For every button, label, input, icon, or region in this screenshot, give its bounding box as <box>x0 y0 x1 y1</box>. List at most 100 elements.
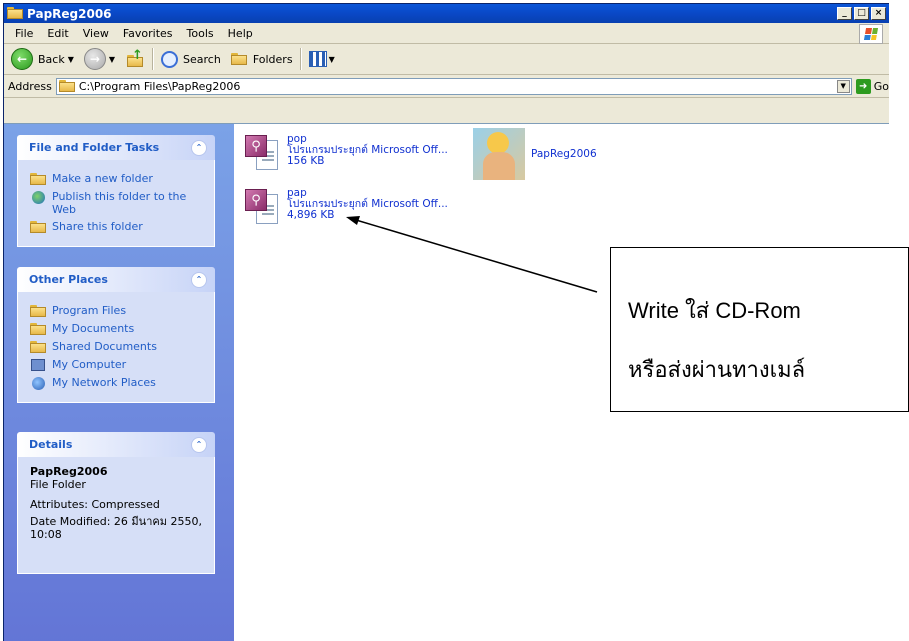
collapse-chevron-icon[interactable]: ⌃ <box>191 271 207 288</box>
close-button[interactable]: × <box>871 7 886 20</box>
publish-folder-link[interactable]: Publish this folder to the Web <box>30 190 204 216</box>
search-button[interactable]: Search <box>158 46 224 72</box>
forward-dropdown-icon[interactable]: ▼ <box>109 55 115 64</box>
search-icon <box>161 50 179 68</box>
up-folder-button[interactable]: ↑ <box>122 46 148 72</box>
make-new-folder-link[interactable]: Make a new folder <box>30 172 204 186</box>
back-button[interactable]: ← Back ▼ <box>8 46 81 72</box>
computer-icon <box>30 358 46 372</box>
toolbar-separator <box>152 48 155 70</box>
views-dropdown-icon[interactable]: ▼ <box>329 55 335 64</box>
share-folder-icon <box>30 220 46 234</box>
standard-toolbar: ← Back ▼ → ▼ ↑ Search Folders ▼ <box>4 44 889 75</box>
up-folder-icon: ↑ <box>125 48 145 68</box>
folder-icon <box>30 340 46 354</box>
window-controls: _ □ × <box>837 7 886 20</box>
file-size: 156 KB <box>287 155 325 167</box>
details-modified: Date Modified: 26 มีนาคม 2550, 10:08 <box>30 515 202 541</box>
link-label: Program Files <box>52 304 127 317</box>
menu-favorites[interactable]: Favorites <box>116 27 180 40</box>
go-label: Go <box>873 79 889 93</box>
link-label: Share this folder <box>52 220 143 233</box>
forward-button[interactable]: → ▼ <box>81 46 122 72</box>
back-dropdown-icon[interactable]: ▼ <box>68 55 74 64</box>
file-item-pap[interactable]: ⚲ pap โปรแกรมประยุกต์ Microsoft Off... 4… <box>244 188 448 226</box>
collapse-chevron-icon[interactable]: ⌃ <box>191 436 207 453</box>
my-network-places-link[interactable]: My Network Places <box>30 376 204 390</box>
menu-view[interactable]: View <box>76 27 116 40</box>
link-label: Publish this folder to the Web <box>52 190 187 216</box>
details-name: PapReg2006 <box>30 465 108 478</box>
panel-header[interactable]: File and Folder Tasks ⌃ <box>17 135 215 160</box>
maximize-button[interactable]: □ <box>854 7 869 20</box>
panel-header[interactable]: Details ⌃ <box>17 432 215 457</box>
file-item-papreg2006[interactable]: PapReg2006 <box>473 128 597 180</box>
file-folder-tasks-panel: File and Folder Tasks ⌃ Make a new folde… <box>17 135 215 247</box>
my-documents-icon <box>30 322 46 336</box>
callout-line-2: หรือส่งผ่านทางเมล์ <box>628 357 806 382</box>
folders-icon <box>230 53 247 65</box>
panel-header[interactable]: Other Places ⌃ <box>17 267 215 292</box>
toolbar-separator <box>299 48 302 70</box>
program-files-link[interactable]: Program Files <box>30 304 204 318</box>
access-app-icon: ⚲ <box>244 188 282 226</box>
details-panel: Details ⌃ PapReg2006 File Folder Attribu… <box>17 432 215 574</box>
my-documents-link[interactable]: My Documents <box>30 322 204 336</box>
link-label: My Documents <box>52 322 135 335</box>
share-folder-link[interactable]: Share this folder <box>30 220 204 234</box>
menu-file[interactable]: File <box>8 27 40 40</box>
image-thumbnail-icon <box>473 128 525 180</box>
back-arrow-icon: ← <box>11 48 33 70</box>
forward-arrow-icon: → <box>83 48 106 70</box>
other-places-panel: Other Places ⌃ Program Files My Document… <box>17 267 215 403</box>
folders-label: Folders <box>252 52 293 66</box>
link-label: My Network Places <box>52 376 156 389</box>
panel-body: Make a new folder Publish this folder to… <box>17 160 215 247</box>
link-label: Shared Documents <box>52 340 157 353</box>
views-icon <box>308 51 327 67</box>
link-label: My Computer <box>52 358 127 371</box>
back-label: Back <box>38 52 65 66</box>
panel-title: Details <box>29 438 73 451</box>
go-button[interactable]: ➜ Go <box>855 78 889 94</box>
folder-icon <box>58 80 75 92</box>
network-icon <box>30 376 46 390</box>
file-size: 4,896 KB <box>287 209 335 221</box>
search-label: Search <box>183 52 221 66</box>
panel-title: File and Folder Tasks <box>29 141 160 154</box>
new-folder-icon <box>30 172 46 186</box>
folder-icon <box>7 7 23 20</box>
file-name: PapReg2006 <box>531 148 597 160</box>
panel-title: Other Places <box>29 273 108 286</box>
shared-documents-link[interactable]: Shared Documents <box>30 340 204 354</box>
folder-icon <box>30 304 46 318</box>
globe-icon <box>30 190 46 204</box>
annotation-callout: Write ใส่ CD-Rom หรือส่งผ่านทางเมล์ <box>610 247 909 412</box>
callout-line-1: Write ใส่ CD-Rom <box>628 298 801 323</box>
views-button[interactable]: ▼ <box>306 46 342 72</box>
address-value: C:\Program Files\PapReg2006 <box>78 79 241 93</box>
menu-bar: File Edit View Favorites Tools Help <box>4 23 889 44</box>
details-type: File Folder <box>30 478 86 491</box>
task-pane: File and Folder Tasks ⌃ Make a new folde… <box>4 124 234 641</box>
menu-tools[interactable]: Tools <box>180 27 221 40</box>
address-input[interactable]: C:\Program Files\PapReg2006 ▼ <box>55 77 852 95</box>
panel-body: PapReg2006 File Folder Attributes: Compr… <box>17 457 215 574</box>
menu-help[interactable]: Help <box>221 27 260 40</box>
window-title: PapReg2006 <box>27 6 112 21</box>
menu-edit[interactable]: Edit <box>40 27 75 40</box>
windows-logo-icon <box>859 24 883 44</box>
minimize-button[interactable]: _ <box>837 7 852 20</box>
folders-button[interactable]: Folders <box>228 46 296 72</box>
title-bar[interactable]: PapReg2006 _ □ × <box>4 4 889 23</box>
access-app-icon: ⚲ <box>244 134 282 172</box>
go-arrow-icon: ➜ <box>855 78 871 94</box>
panel-body: Program Files My Documents Shared Docume… <box>17 292 215 403</box>
address-dropdown-icon[interactable]: ▼ <box>836 79 850 93</box>
my-computer-link[interactable]: My Computer <box>30 358 204 372</box>
details-attributes: Attributes: Compressed <box>30 498 160 511</box>
file-item-pop[interactable]: ⚲ pop โปรแกรมประยุกต์ Microsoft Off... 1… <box>244 134 448 172</box>
collapse-chevron-icon[interactable]: ⌃ <box>191 139 207 156</box>
address-bar: Address C:\Program Files\PapReg2006 ▼ ➜ … <box>4 75 889 98</box>
address-label: Address <box>8 79 52 93</box>
